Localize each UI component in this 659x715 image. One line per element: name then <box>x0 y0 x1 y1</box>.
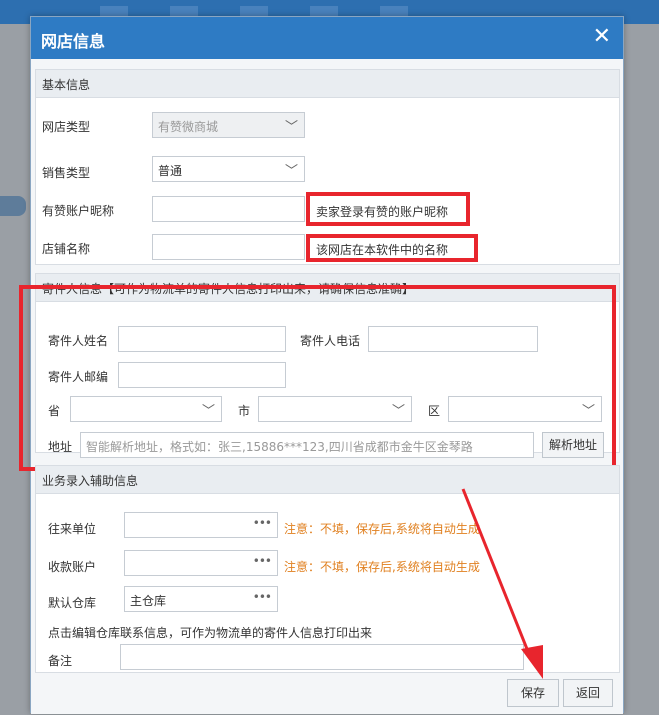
sender-highlight-frame <box>19 285 616 471</box>
dialog-title: 网店信息 <box>41 32 106 51</box>
close-icon[interactable]: ✕ <box>593 24 611 49</box>
chevron-down-icon: ﹀ <box>284 120 298 135</box>
shop-name-hint: 该网店在本软件中的名称 <box>306 234 478 262</box>
more-icon: ••• <box>252 590 272 604</box>
account-input[interactable]: ••• <box>124 550 278 576</box>
warehouse-tip-link[interactable]: 点击编辑仓库联系信息，可作为物流单的寄件人信息打印出来 <box>48 624 372 641</box>
background-pill <box>0 196 26 216</box>
partner-label: 往来单位 <box>48 522 97 536</box>
account-label: 收款账户 <box>48 560 97 574</box>
shop-type-select[interactable]: 有赞微商城 ﹀ <box>152 112 305 138</box>
shop-name-label: 店铺名称 <box>42 242 91 256</box>
more-icon: ••• <box>252 554 272 568</box>
basic-info-section: 基本信息 网店类型 有赞微商城 ﹀ 销售类型 普通 ﹀ 有赞账户昵称 卖家登录有… <box>35 69 620 265</box>
partner-input[interactable]: ••• <box>124 512 278 538</box>
dialog-content: 基本信息 网店类型 有赞微商城 ﹀ 销售类型 普通 ﹀ 有赞账户昵称 卖家登录有… <box>19 59 623 714</box>
shop-type-label: 网店类型 <box>42 120 91 134</box>
section-header: 基本信息 <box>36 70 619 98</box>
account-nick-hint: 卖家登录有赞的账户昵称 <box>306 192 470 226</box>
warehouse-input[interactable]: 主仓库 ••• <box>124 586 278 612</box>
shop-info-dialog: 网店信息 ✕ 基本信息 网店类型 有赞微商城 ﹀ 销售类型 普通 ﹀ 有赞账户昵… <box>19 16 624 714</box>
dialog-title-bar: 网店信息 ✕ <box>31 17 623 59</box>
warehouse-label: 默认仓库 <box>48 596 97 610</box>
chevron-down-icon: ﹀ <box>284 164 298 179</box>
remark-label: 备注 <box>48 654 73 668</box>
sale-type-select[interactable]: 普通 ﹀ <box>152 156 305 182</box>
account-nick-input[interactable] <box>152 196 305 222</box>
sale-type-label: 销售类型 <box>42 166 91 180</box>
shop-name-input[interactable] <box>152 234 305 260</box>
red-arrow-icon <box>461 488 543 679</box>
more-icon: ••• <box>252 516 272 530</box>
account-nick-label: 有赞账户昵称 <box>42 204 115 218</box>
